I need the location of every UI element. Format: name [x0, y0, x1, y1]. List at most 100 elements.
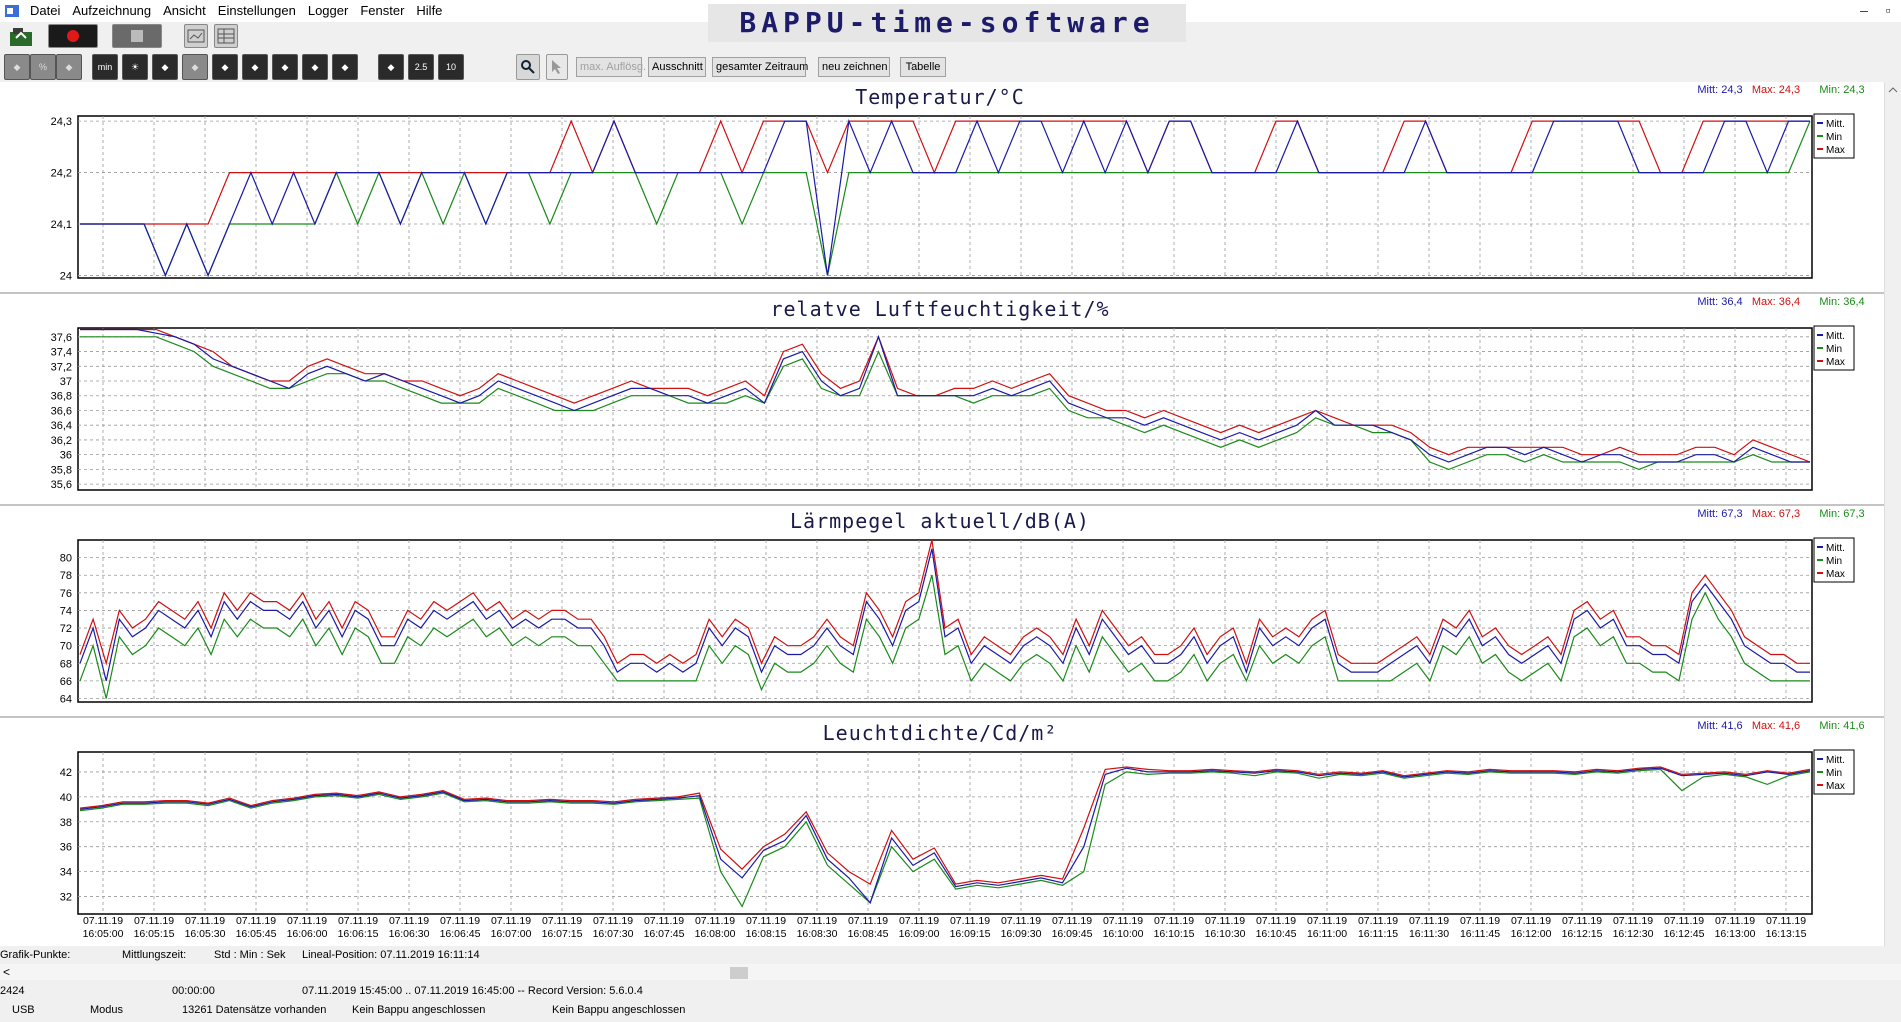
humidity-icon: % — [38, 62, 47, 72]
particle-button[interactable]: ◆ — [332, 54, 358, 80]
stop-button[interactable] — [112, 24, 162, 48]
gauge-button[interactable]: ◆ — [242, 54, 268, 80]
fan-icon: ◆ — [221, 61, 229, 72]
view-table-button[interactable] — [214, 24, 238, 48]
legend-label: Max — [1826, 145, 1845, 156]
x-tick-time: 16:10:15 — [1154, 928, 1195, 940]
x-tick-date: 07.11.19 — [389, 915, 429, 927]
scroll-thumb[interactable] — [730, 967, 748, 979]
x-tick-time: 16:11:00 — [1307, 928, 1347, 940]
legend-label: Mitt. — [1826, 755, 1845, 766]
sun-button[interactable]: ☀ — [122, 54, 148, 80]
menu-hilfe[interactable]: Hilfe — [410, 0, 448, 22]
charts-canvas[interactable]: Temperatur/°C Mitt: 24,3 Max: 24,3 Min: 24,… — [0, 82, 1885, 948]
speaker-icon: ◆ — [65, 61, 73, 72]
ausschnitt-button[interactable]: Ausschnitt — [648, 57, 706, 77]
stat-min: Min: 36,4 — [1819, 296, 1864, 308]
gesamter-zeitraum-button[interactable]: gesamter Zeitraum — [712, 57, 808, 77]
gauge-icon: ◆ — [251, 61, 259, 72]
sun-icon: ☀ — [130, 61, 140, 72]
x-tick-date: 07.11.19 — [1154, 915, 1194, 927]
speaker-button[interactable]: ◆ — [56, 54, 82, 80]
voc-button[interactable]: ◆ — [302, 54, 328, 80]
zoom-button[interactable] — [516, 54, 540, 80]
stat-max: Max: 36,4 — [1752, 296, 1800, 308]
horizontal-scrollbar[interactable]: < — [0, 964, 1901, 980]
plot-frame — [77, 327, 1813, 491]
neu-zeichnen-button[interactable]: neu zeichnen — [818, 57, 890, 77]
x-tick-time: 16:07:45 — [644, 928, 685, 940]
stat-min: Min: 24,3 — [1819, 84, 1864, 96]
minimize-icon[interactable]: – — [1853, 0, 1875, 22]
y-tick-label: 40 — [60, 792, 72, 804]
thermometer-button[interactable]: ◆ — [4, 54, 30, 80]
chart-icon: ◆ — [387, 61, 395, 72]
y-tick-label: 35,8 — [51, 464, 72, 476]
y-tick-label: 37 — [60, 376, 72, 388]
legend-label: Mitt. — [1826, 119, 1845, 130]
legend-label: Min — [1826, 344, 1842, 355]
y-tick-label: 32 — [60, 892, 72, 904]
menu-fenster[interactable]: Fenster — [354, 0, 410, 22]
legend-label: Max — [1826, 357, 1845, 368]
screen-button[interactable]: ◆ — [182, 54, 208, 80]
chart-10-icon: 10 — [445, 62, 456, 72]
menu-ansicht[interactable]: Ansicht — [157, 0, 212, 22]
chart-10-button[interactable]: 10 — [438, 54, 464, 80]
x-tick-time: 16:09:45 — [1052, 928, 1093, 940]
x-tick-date: 07.11.19 — [1307, 915, 1347, 927]
x-tick-date: 07.11.19 — [491, 915, 531, 927]
co2-button[interactable]: ◆ — [272, 54, 298, 80]
tabelle-button[interactable]: Tabelle — [900, 57, 946, 77]
status-bar: USB Modus 13261 Datensätze vorhanden Kei… — [0, 1000, 1901, 1022]
scroll-up-icon[interactable] — [1885, 82, 1901, 98]
menu-logger[interactable]: Logger — [302, 0, 354, 22]
chart-legend: Mitt. Min Max — [1813, 749, 1855, 795]
x-tick-date: 07.11.19 — [695, 915, 735, 927]
x-tick-time: 16:13:15 — [1766, 928, 1807, 940]
x-tick-time: 16:05:30 — [185, 928, 226, 940]
graph-view-icon — [187, 29, 205, 43]
bappu-status-1: Kein Bappu angeschlossen — [352, 1004, 486, 1016]
y-tick-label: 66 — [60, 676, 72, 688]
record-button[interactable] — [48, 24, 98, 48]
menu-einstellungen[interactable]: Einstellungen — [212, 0, 302, 22]
table-view-icon — [217, 28, 235, 44]
chart-panel-1: relatve Luftfeuchtigkeit/% Mitt: 36,4 Max:… — [0, 292, 1885, 491]
scroll-left-icon[interactable]: < — [3, 964, 10, 980]
x-tick-time: 16:12:15 — [1562, 928, 1603, 940]
lineal-position: Lineal-Position: 07.11.2019 16:11:14 — [302, 949, 480, 961]
x-tick-date: 07.11.19 — [185, 915, 225, 927]
chart-25-button[interactable]: 2.5 — [408, 54, 434, 80]
y-tick-label: 36,2 — [51, 435, 72, 447]
y-tick-label: 35,6 — [51, 479, 72, 491]
chart-button[interactable]: ◆ — [378, 54, 404, 80]
x-tick-time: 16:05:15 — [134, 928, 175, 940]
x-tick-date: 07.11.19 — [1001, 915, 1041, 927]
restore-icon[interactable]: ▫ — [1877, 0, 1899, 22]
y-tick-label: 24 — [60, 270, 72, 282]
x-tick-time: 16:11:15 — [1358, 928, 1398, 940]
x-tick-date: 07.11.19 — [1103, 915, 1143, 927]
y-tick-label: 42 — [60, 767, 72, 779]
y-tick-label: 24,1 — [51, 219, 72, 231]
chart-title: Lärmpegel aktuell/dB(A) — [790, 509, 1090, 533]
x-tick-time: 16:08:30 — [797, 928, 838, 940]
x-tick-date: 07.11.19 — [1562, 915, 1602, 927]
max-resolution-button[interactable]: max. Auflösg. — [576, 57, 646, 77]
fan-button[interactable]: ◆ — [212, 54, 238, 80]
monitor-button[interactable]: ◆ — [152, 54, 178, 80]
x-tick-time: 16:05:45 — [236, 928, 277, 940]
chart-panel-2: Lärmpegel aktuell/dB(A) Mitt: 67,3 Max: 67… — [0, 504, 1885, 705]
chart-area[interactable]: Temperatur/°C Mitt: 24,3 Max: 24,3 Min: 24,… — [0, 82, 1901, 948]
y-tick-label: 37,4 — [51, 347, 72, 359]
open-file-icon[interactable] — [8, 24, 34, 48]
vertical-scrollbar[interactable] — [1884, 82, 1901, 948]
menu-datei[interactable]: Datei — [24, 0, 66, 22]
pointer-button[interactable] — [546, 54, 568, 80]
sound-min-button[interactable]: min — [92, 54, 118, 80]
menu-aufzeichnung[interactable]: Aufzeichnung — [66, 0, 157, 22]
humidity-button[interactable]: % — [30, 54, 56, 80]
view-graph-button[interactable] — [184, 24, 208, 48]
x-tick-date: 07.11.19 — [1715, 915, 1755, 927]
